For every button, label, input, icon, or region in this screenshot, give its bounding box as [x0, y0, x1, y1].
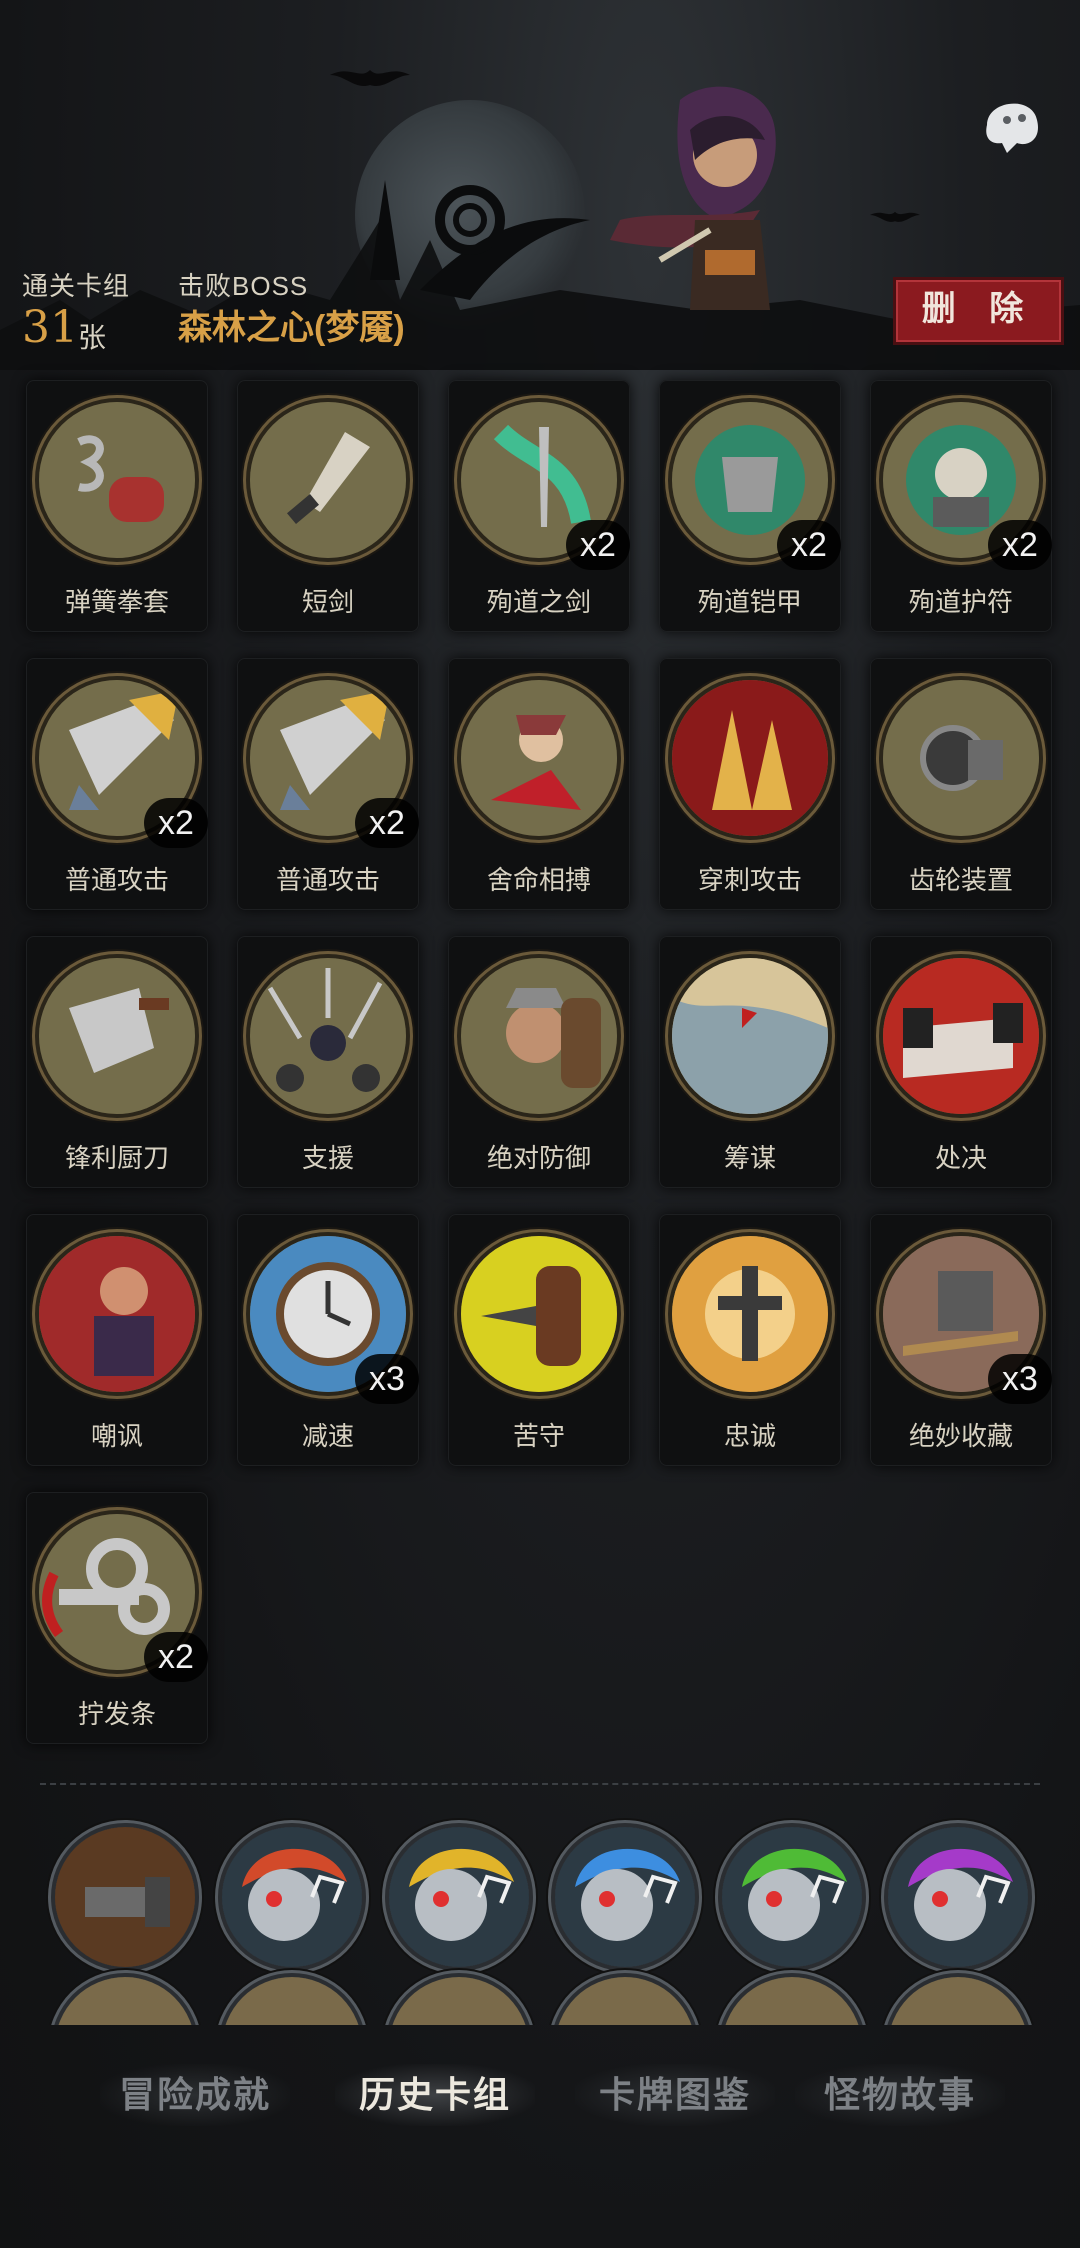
tab-monster-stories[interactable]: 怪物故事	[795, 2064, 1005, 2126]
card-item[interactable]: 支援	[237, 936, 419, 1188]
card-item[interactable]: 拧发条 x2	[26, 1492, 208, 1744]
execute-icon	[883, 958, 1039, 1114]
singing-skull-purple-icon[interactable]	[888, 1827, 1028, 1967]
card-name: 普通攻击	[64, 865, 169, 895]
relic-icon[interactable]	[389, 1977, 529, 2025]
taunt-icon	[39, 1236, 195, 1392]
cleaver-icon	[39, 958, 195, 1114]
card-name: 减速	[301, 1421, 354, 1451]
card-name: 弹簧拳套	[64, 587, 169, 617]
card-name: 殉道之剑	[486, 587, 591, 617]
card-name: 支援	[301, 1143, 354, 1173]
card-name: 处决	[934, 1143, 987, 1173]
hooded-hero-illustration	[610, 86, 776, 310]
card-name: 殉道铠甲	[697, 587, 802, 617]
relic-icon[interactable]	[888, 1977, 1028, 2025]
card-item[interactable]: 弹簧拳套	[26, 380, 208, 632]
singing-skull-blue-icon[interactable]	[555, 1827, 695, 1967]
boss-name: 森林之心(梦魇)	[178, 309, 405, 347]
card-name: 嘲讽	[90, 1421, 143, 1451]
card-name: 绝对防御	[486, 1143, 591, 1173]
card-item[interactable]: 苦守	[448, 1214, 630, 1466]
card-count-badge: x2	[144, 798, 208, 848]
card-name: 舍命相搏	[486, 865, 591, 895]
card-name: 普通攻击	[275, 865, 380, 895]
card-name: 齿轮装置	[908, 865, 1013, 895]
card-count-badge: x2	[988, 520, 1052, 570]
support-icon	[250, 958, 406, 1114]
singing-skull-yellow-icon[interactable]	[389, 1827, 529, 1967]
relic-icon[interactable]	[722, 1977, 862, 2025]
relic-icon[interactable]	[222, 1977, 362, 2025]
card-count-unit: 张	[78, 322, 107, 353]
card-count-badge: x2	[566, 520, 630, 570]
card-item[interactable]: 普通攻击 x2	[26, 658, 208, 910]
card-item[interactable]: 减速 x3	[237, 1214, 419, 1466]
ghost-icon[interactable]	[972, 85, 1052, 155]
header-banner: 通关卡组 31 张 击败BOSS 森林之心(梦魇) 删 除	[0, 0, 1080, 370]
card-count-badge: x2	[355, 798, 419, 848]
divider	[40, 1783, 1040, 1785]
card-count-badge: x3	[355, 1354, 419, 1404]
short-sword-icon	[250, 402, 406, 558]
card-item[interactable]: 殉道之剑 x2	[448, 380, 630, 632]
singing-skull-red-icon[interactable]	[222, 1827, 362, 1967]
card-item[interactable]: 舍命相搏	[448, 658, 630, 910]
singing-skull-green-icon[interactable]	[722, 1827, 862, 1967]
card-item[interactable]: 忠诚	[659, 1214, 841, 1466]
card-item[interactable]: 穿刺攻击	[659, 658, 841, 910]
barrel-guard-icon	[461, 1236, 617, 1392]
card-name: 锋利厨刀	[64, 1143, 169, 1173]
gear-device-icon	[883, 680, 1039, 836]
boss-label: 击败BOSS	[178, 271, 309, 301]
relic-icon[interactable]	[55, 1977, 195, 2025]
card-item[interactable]: 殉道护符 x2	[870, 380, 1052, 632]
card-count: 31	[22, 302, 78, 353]
card-name: 筹谋	[723, 1143, 776, 1173]
card-name: 忠诚	[723, 1421, 776, 1451]
tab-adventure-achievements[interactable]: 冒险成就	[100, 2064, 290, 2126]
absolute-defense-icon	[461, 958, 617, 1114]
tab-history-deck[interactable]: 历史卡组	[335, 2064, 535, 2126]
spring-glove-icon	[39, 402, 195, 558]
tab-card-codex[interactable]: 卡牌图鉴	[575, 2064, 775, 2126]
card-count-badge: x2	[144, 1632, 208, 1682]
card-count-badge: x3	[988, 1354, 1052, 1404]
card-item[interactable]: 绝妙收藏 x3	[870, 1214, 1052, 1466]
card-item[interactable]: 殉道铠甲 x2	[659, 380, 841, 632]
card-name: 短剑	[301, 587, 354, 617]
card-name: 绝妙收藏	[908, 1421, 1013, 1451]
card-item[interactable]: 齿轮装置	[870, 658, 1052, 910]
delete-button[interactable]: 删 除	[893, 277, 1064, 345]
card-name: 穿刺攻击	[697, 865, 802, 895]
cannon-relic-icon[interactable]	[55, 1827, 195, 1967]
map-plan-icon	[672, 958, 828, 1114]
card-item[interactable]: 嘲讽	[26, 1214, 208, 1466]
relic-icon[interactable]	[555, 1977, 695, 2025]
cross-loyalty-icon	[672, 1236, 828, 1392]
card-item[interactable]: 短剑	[237, 380, 419, 632]
card-item[interactable]: 锋利厨刀	[26, 936, 208, 1188]
card-item[interactable]: 处决	[870, 936, 1052, 1188]
bat-icon	[870, 211, 920, 222]
desperate-fight-icon	[461, 680, 617, 836]
relic-strip	[0, 1815, 1080, 2025]
bat-icon	[330, 70, 410, 87]
card-count-badge: x2	[777, 520, 841, 570]
card-name: 拧发条	[77, 1699, 156, 1729]
card-name: 苦守	[512, 1421, 565, 1451]
card-item[interactable]: 筹谋	[659, 936, 841, 1188]
pierce-attack-icon	[672, 680, 828, 836]
cleared-deck-label: 通关卡组	[22, 271, 131, 301]
card-item[interactable]: 绝对防御	[448, 936, 630, 1188]
card-name: 殉道护符	[908, 587, 1013, 617]
card-item[interactable]: 普通攻击 x2	[237, 658, 419, 910]
bottom-tab-bar: 冒险成就 历史卡组 卡牌图鉴 怪物故事	[0, 2050, 1080, 2140]
